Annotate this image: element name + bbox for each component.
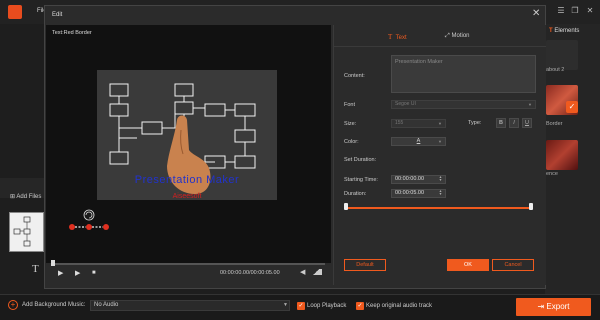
chevron-down-icon: ▼ [528, 102, 532, 107]
tab-motion[interactable]: ⤢ Motion [445, 33, 470, 40]
chevron-down-icon[interactable]: ▼ [283, 302, 288, 308]
elements-tab-icon: T [549, 28, 553, 34]
play-icon[interactable]: ▶ [58, 269, 63, 277]
starting-time-value: 00:00:00.00 [395, 176, 425, 182]
text-icon: T [388, 33, 393, 41]
chevron-down-icon: ▼ [438, 121, 442, 126]
starting-time-label: Starting Time: [344, 177, 378, 183]
add-music-icon[interactable]: + [8, 300, 18, 310]
elements-tab[interactable]: T Elements [549, 28, 579, 34]
preview-caption: Text:Red Border [52, 30, 92, 36]
close-icon[interactable]: ✕ [532, 8, 540, 19]
set-duration-label: Set Duration: [344, 157, 377, 163]
loop-playback-label: Loop Playback [307, 303, 347, 309]
keep-audio-label: Keep original audio track [366, 303, 433, 309]
duration-label: Duration: [344, 191, 367, 197]
seek-bar[interactable] [53, 263, 325, 265]
element-label: about 2 [546, 67, 565, 73]
add-files-button[interactable]: ⊞ Add Files [10, 193, 41, 200]
restore-icon[interactable]: ❐ [570, 6, 580, 15]
bold-button[interactable]: B [496, 118, 506, 128]
presentation-subtitle-text[interactable]: Aiseesoft [97, 193, 277, 200]
starting-time-field[interactable]: 00:00:00.00 ▲ ▼ [391, 175, 446, 184]
size-select[interactable]: 155 ▼ [391, 119, 446, 128]
color-value: A [416, 138, 421, 144]
app-logo-icon [8, 5, 22, 19]
spinner-icon[interactable]: ▲ ▼ [438, 189, 443, 196]
cancel-button[interactable]: Cancel [492, 259, 534, 271]
time-display: 00:00:00.00/00:00:05.00 [220, 270, 280, 276]
range-end-handle[interactable] [529, 203, 533, 210]
clip-thumbnail[interactable] [9, 212, 44, 252]
underline-button[interactable]: U [522, 118, 532, 128]
dialog-title: Edit [52, 12, 63, 18]
clip-diagram [13, 216, 31, 247]
rotate-icon [69, 209, 109, 230]
font-label: Font [344, 102, 356, 108]
presentation-title-text[interactable]: Presentation Maker [97, 174, 277, 186]
stop-icon[interactable]: ■ [92, 270, 96, 276]
range-start-handle[interactable] [344, 203, 348, 210]
duration-field[interactable]: 00:00:05.00 ▲ ▼ [391, 189, 446, 198]
export-label: Export [546, 302, 570, 311]
font-select[interactable]: Segoe UI ▼ [391, 100, 536, 109]
ok-button[interactable]: OK [447, 259, 489, 271]
export-button[interactable]: ⇥ Export [516, 298, 591, 316]
elements-tab-label: Elements [554, 28, 580, 34]
default-button[interactable]: Default [344, 259, 386, 271]
playback-controls [46, 266, 331, 284]
keep-audio-checkbox[interactable]: ✓ [356, 302, 364, 310]
type-label: Type: [468, 120, 482, 126]
text-tool-icon[interactable]: T [32, 263, 39, 275]
tab-text-label: Text [395, 35, 407, 41]
motion-icon: ⤢ [445, 33, 450, 39]
color-select[interactable]: A ▼ [391, 137, 446, 146]
italic-button[interactable]: I [509, 118, 519, 128]
content-textarea[interactable]: Presentation Maker [391, 55, 536, 93]
spinner-icon[interactable]: ▲ ▼ [438, 175, 443, 182]
app-close-icon[interactable]: ✕ [585, 6, 595, 15]
size-label: Size: [344, 121, 357, 127]
volume-icon[interactable]: ◀ [300, 268, 305, 276]
content-label: Content: [344, 73, 365, 79]
font-value: Segoe UI [395, 101, 416, 107]
duration-value: 00:00:05.00 [395, 190, 425, 196]
duration-range-slider[interactable] [347, 207, 532, 209]
element-thumbnail[interactable] [546, 40, 578, 70]
tab-divider [333, 46, 546, 47]
element-label: ence [546, 171, 558, 177]
loop-playback-checkbox[interactable]: ✓ [297, 302, 305, 310]
selected-check-icon: ✓ [566, 101, 578, 113]
chevron-down-icon: ▼ [438, 139, 442, 144]
rotate-handle[interactable] [66, 209, 111, 231]
size-value: 155 [395, 120, 404, 126]
menu-icon[interactable]: ☰ [556, 6, 566, 15]
volume-slider[interactable] [310, 269, 322, 275]
tab-motion-label: Motion [451, 33, 470, 39]
audio-select[interactable]: No Audio [90, 300, 290, 311]
add-bg-music-label: Add Background Music: [22, 302, 86, 308]
tab-text[interactable]: T Text [388, 33, 407, 41]
next-frame-icon[interactable]: ▶ [75, 269, 80, 277]
element-thumbnail[interactable] [546, 140, 578, 170]
element-label: Border [546, 121, 563, 127]
color-label: Color: [344, 139, 359, 145]
